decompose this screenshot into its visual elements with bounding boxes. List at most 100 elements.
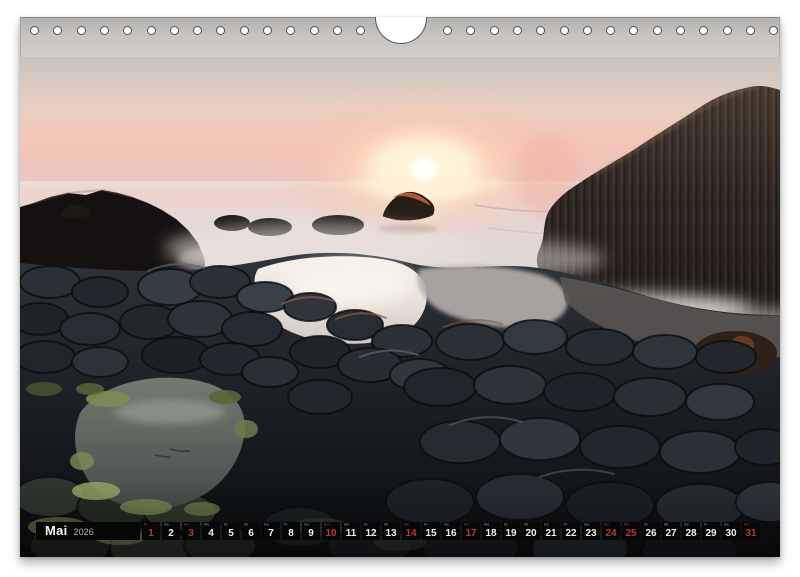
day-number: 18 (482, 528, 500, 539)
day-number: 28 (682, 528, 700, 539)
day-number: 15 (422, 528, 440, 539)
day-number: 9 (302, 528, 320, 539)
day-number: 24 (602, 528, 620, 539)
day-cell-4: Mo4 (202, 522, 220, 540)
day-cell-10: So10 (322, 522, 340, 540)
day-cell-3: So3 (182, 522, 200, 540)
day-cell-26: Di26 (642, 522, 660, 540)
day-cell-27: Mi27 (662, 522, 680, 540)
day-cell-7: Do7 (262, 522, 280, 540)
binding-hole (263, 26, 272, 35)
day-number: 14 (402, 528, 420, 539)
day-cell-13: Mi13 (382, 522, 400, 540)
calendar-page: Mai 2026 Fr1Sa2So3Mo4Di5Mi6Do7Fr8Sa9So10… (20, 17, 780, 557)
weekday-label: Di (504, 523, 508, 527)
day-number: 6 (242, 528, 260, 539)
weekday-label: Fr (704, 523, 708, 527)
day-number: 1 (142, 528, 160, 539)
day-cell-28: Do28 (682, 522, 700, 540)
day-cell-9: Sa9 (302, 522, 320, 540)
day-cell-21: Do21 (542, 522, 560, 540)
day-cell-15: Fr15 (422, 522, 440, 540)
causeway-sunset-scene (20, 57, 780, 557)
day-number: 30 (722, 528, 740, 539)
weekday-label: Mo (484, 523, 489, 527)
binding-hole (147, 26, 156, 35)
binding-hole (123, 26, 132, 35)
day-number: 8 (282, 528, 300, 539)
weekday-label: Sa (164, 523, 169, 527)
binding-hole (466, 26, 475, 35)
weekday-label: So (744, 523, 749, 527)
vignette (20, 482, 780, 557)
binding-hole (629, 26, 638, 35)
weekday-label: Di (364, 523, 368, 527)
weekday-label: Mi (244, 523, 248, 527)
weekday-label: Fr (144, 523, 148, 527)
weekday-label: Mi (524, 523, 528, 527)
day-number: 25 (622, 528, 640, 539)
day-cell-25: Mo25 (622, 522, 640, 540)
binding-hole (30, 26, 39, 35)
date-strip-days: Fr1Sa2So3Mo4Di5Mi6Do7Fr8Sa9So10Mo11Di12M… (142, 522, 760, 540)
day-number: 26 (642, 528, 660, 539)
day-number: 29 (702, 528, 720, 539)
weekday-label: Sa (584, 523, 589, 527)
date-strip: Mai 2026 Fr1Sa2So3Mo4Di5Mi6Do7Fr8Sa9So10… (36, 522, 760, 540)
weekday-label: Fr (564, 523, 568, 527)
binding-hole (170, 26, 179, 35)
month-name: Mai (45, 523, 68, 539)
binding-hole (443, 26, 452, 35)
day-number: 11 (342, 528, 360, 539)
day-number: 7 (262, 528, 280, 539)
day-cell-6: Mi6 (242, 522, 260, 540)
day-number: 5 (222, 528, 240, 539)
binding-hole (583, 26, 592, 35)
day-cell-22: Fr22 (562, 522, 580, 540)
day-cell-29: Fr29 (702, 522, 720, 540)
year-label: 2026 (74, 527, 94, 537)
day-cell-23: Sa23 (582, 522, 600, 540)
binding-hole (676, 26, 685, 35)
day-number: 12 (362, 528, 380, 539)
calendar-product-shot: Mai 2026 Fr1Sa2So3Mo4Di5Mi6Do7Fr8Sa9So10… (0, 0, 800, 577)
weekday-label: So (184, 523, 189, 527)
day-number: 10 (322, 528, 340, 539)
landscape-photo (20, 57, 780, 557)
binding-hole (699, 26, 708, 35)
binding-hole (286, 26, 295, 35)
day-number: 21 (542, 528, 560, 539)
weekday-label: Sa (444, 523, 449, 527)
weekday-label: Sa (304, 523, 309, 527)
weekday-label: So (464, 523, 469, 527)
binding-hole (653, 26, 662, 35)
weekday-label: Do (264, 523, 269, 527)
day-number: 23 (582, 528, 600, 539)
binding-hole (53, 26, 62, 35)
month-label-box: Mai 2026 (36, 522, 140, 540)
day-cell-16: Sa16 (442, 522, 460, 540)
day-number: 2 (162, 528, 180, 539)
binding-hole (193, 26, 202, 35)
weekday-label: Do (544, 523, 549, 527)
binding-hole (513, 26, 522, 35)
day-cell-24: So24 (602, 522, 620, 540)
weekday-label: Fr (424, 523, 428, 527)
binding-hole (240, 26, 249, 35)
binding-hole (490, 26, 499, 35)
weekday-label: Di (224, 523, 228, 527)
day-number: 20 (522, 528, 540, 539)
binding-hole (310, 26, 319, 35)
weekday-label: Mi (664, 523, 668, 527)
binding-hole (333, 26, 342, 35)
binding-hole (769, 26, 778, 35)
day-cell-30: Sa30 (722, 522, 740, 540)
binding-hole (746, 26, 755, 35)
day-number: 3 (182, 528, 200, 539)
day-number: 19 (502, 528, 520, 539)
binding-hole (606, 26, 615, 35)
day-cell-18: Mo18 (482, 522, 500, 540)
day-number: 4 (202, 528, 220, 539)
binding-hole (100, 26, 109, 35)
day-cell-5: Di5 (222, 522, 240, 540)
